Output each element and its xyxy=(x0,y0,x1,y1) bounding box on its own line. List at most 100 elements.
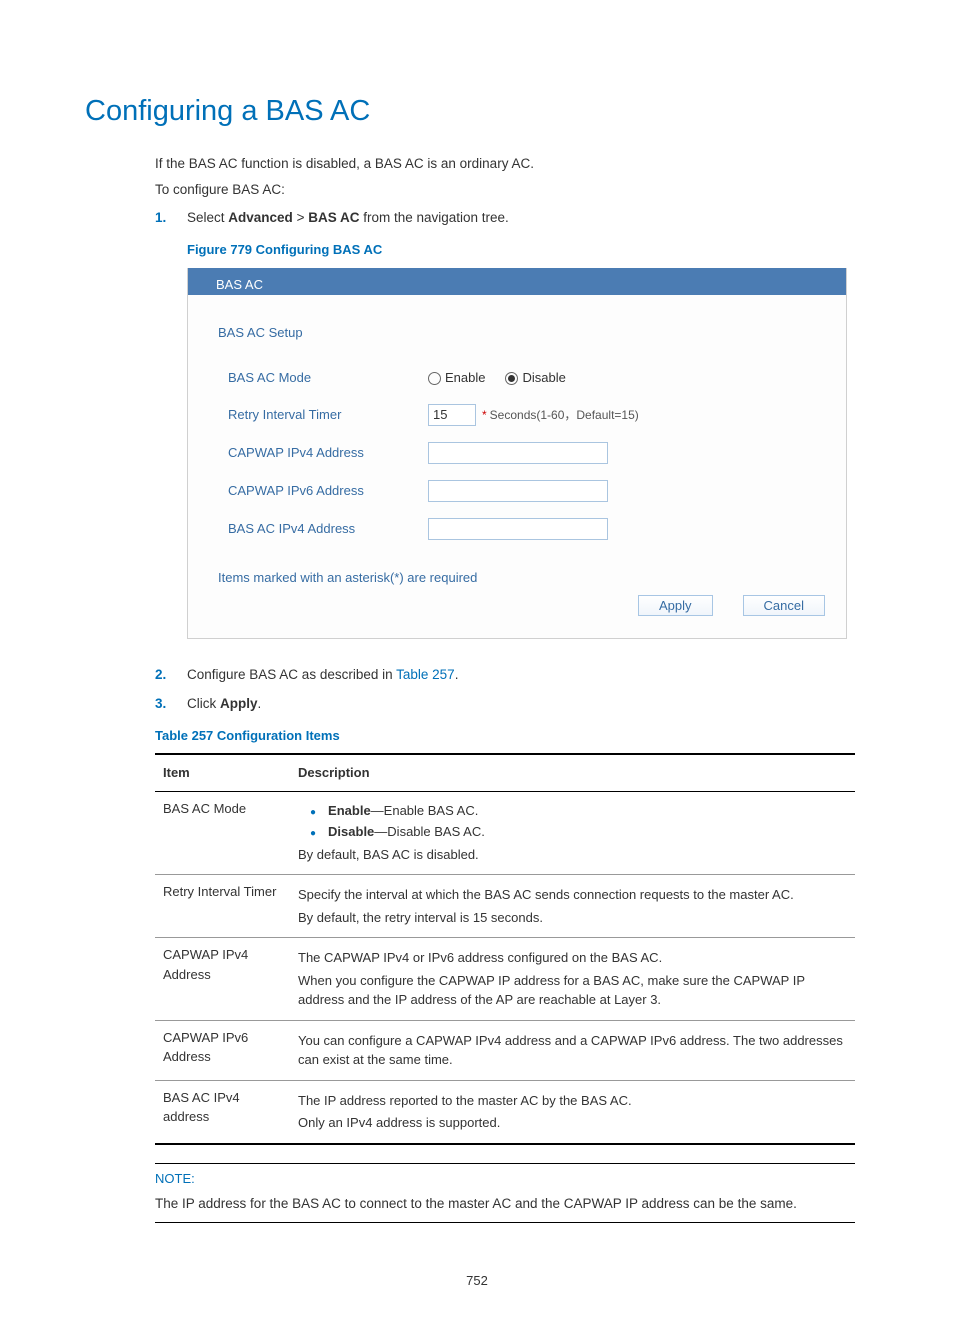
table-row: Retry Interval Timer Specify the interva… xyxy=(155,875,855,938)
bullet-icon: ● xyxy=(310,826,316,841)
radio-label-disable: Disable xyxy=(522,368,565,388)
step-text: Configure BAS AC as described in Table 2… xyxy=(187,665,458,685)
cell-description: You can configure a CAPWAP IPv4 address … xyxy=(290,1020,855,1080)
desc-text: —Enable BAS AC. xyxy=(371,803,479,818)
step-text-bold: Advanced xyxy=(228,210,293,225)
cell-item: CAPWAP IPv6 Address xyxy=(155,1020,290,1080)
label-bas-ac-ipv4: BAS AC IPv4 Address xyxy=(228,519,428,539)
step-number: 2. xyxy=(155,665,187,685)
input-bas-ac-ipv4[interactable] xyxy=(428,518,608,540)
desc-bullet: ● Disable—Disable BAS AC. xyxy=(298,822,847,842)
desc-line: By default, the retry interval is 15 sec… xyxy=(298,908,847,928)
cell-description: ● Enable—Enable BAS AC. ● Disable—Disable … xyxy=(290,791,855,875)
step-text-pre: Select xyxy=(187,210,228,225)
radio-group-mode: Enable Disable xyxy=(428,368,586,388)
desc-bullet: ● Enable—Enable BAS AC. xyxy=(298,801,847,821)
label-capwap-ipv4: CAPWAP IPv4 Address xyxy=(228,443,428,463)
row-bas-ac-mode: BAS AC Mode Enable Disable xyxy=(218,360,816,396)
desc-bold: Enable xyxy=(328,803,371,818)
row-bas-ac-ipv4: BAS AC IPv4 Address xyxy=(218,510,816,548)
page-number: 752 xyxy=(85,1271,869,1291)
step-text: Select Advanced > BAS AC from the naviga… xyxy=(187,208,509,228)
col-header-description: Description xyxy=(290,754,855,791)
step-number: 3. xyxy=(155,694,187,714)
step-text-post: from the navigation tree. xyxy=(359,210,508,225)
col-header-item: Item xyxy=(155,754,290,791)
row-capwap-ipv6: CAPWAP IPv6 Address xyxy=(218,472,816,510)
desc-line: The CAPWAP IPv4 or IPv6 address configur… xyxy=(298,948,847,968)
step-text-post: . xyxy=(258,696,262,711)
step-text-part: Configure BAS AC as described in xyxy=(187,667,396,682)
cell-description: The IP address reported to the master AC… xyxy=(290,1080,855,1144)
tab-bas-ac[interactable]: BAS AC xyxy=(188,271,291,299)
table-row: CAPWAP IPv6 Address You can configure a … xyxy=(155,1020,855,1080)
cell-item: BAS AC IPv4 address xyxy=(155,1080,290,1144)
hint-text-content: Seconds(1-60，Default=15) xyxy=(490,408,639,422)
desc-line: You can configure a CAPWAP IPv4 address … xyxy=(298,1031,847,1070)
radio-disable[interactable]: Disable xyxy=(505,368,565,388)
step-text-bold: BAS AC xyxy=(308,210,359,225)
desc-line: Specify the interval at which the BAS AC… xyxy=(298,885,847,905)
label-capwap-ipv6: CAPWAP IPv6 Address xyxy=(228,481,428,501)
note-text: The IP address for the BAS AC to connect… xyxy=(155,1191,855,1219)
table-header-row: Item Description xyxy=(155,754,855,791)
input-capwap-ipv6[interactable] xyxy=(428,480,608,502)
intro-line-2: To configure BAS AC: xyxy=(155,180,869,200)
radio-icon xyxy=(505,372,518,385)
radio-icon xyxy=(428,372,441,385)
step-1: 1. Select Advanced > BAS AC from the nav… xyxy=(155,208,869,228)
label-retry-interval: Retry Interval Timer xyxy=(228,405,428,425)
cell-item: CAPWAP IPv4 Address xyxy=(155,938,290,1021)
step-text: Click Apply. xyxy=(187,694,261,714)
step-text-mid: > xyxy=(293,210,308,225)
bullet-icon: ● xyxy=(310,805,316,820)
figure-caption: Figure 779 Configuring BAS AC xyxy=(187,240,869,260)
input-capwap-ipv4[interactable] xyxy=(428,442,608,464)
cell-description: The CAPWAP IPv4 or IPv6 address configur… xyxy=(290,938,855,1021)
desc-line: Only an IPv4 address is supported. xyxy=(298,1113,847,1133)
button-row: Apply Cancel xyxy=(218,587,816,628)
cell-description: Specify the interval at which the BAS AC… xyxy=(290,875,855,938)
cell-item: BAS AC Mode xyxy=(155,791,290,875)
page-heading: Configuring a BAS AC xyxy=(85,90,869,134)
config-table: Item Description BAS AC Mode ● Enable—Ena… xyxy=(155,753,855,1145)
input-retry-interval[interactable] xyxy=(428,404,476,426)
apply-button[interactable]: Apply xyxy=(638,595,713,616)
desc-bold: Disable xyxy=(328,824,374,839)
step-text-post: . xyxy=(455,667,459,682)
step-3: 3. Click Apply. xyxy=(155,694,869,714)
radio-label-enable: Enable xyxy=(445,368,485,388)
intro-line-1: If the BAS AC function is disabled, a BA… xyxy=(155,154,869,174)
step-text-part: Click xyxy=(187,696,220,711)
step-number: 1. xyxy=(155,208,187,228)
cancel-button[interactable]: Cancel xyxy=(743,595,825,616)
table-xref-link[interactable]: Table 257 xyxy=(396,667,455,682)
table-caption: Table 257 Configuration Items xyxy=(155,726,869,746)
step-text-bold: Apply xyxy=(220,696,258,711)
desc-line: By default, BAS AC is disabled. xyxy=(298,845,847,865)
desc-line: The IP address reported to the master AC… xyxy=(298,1091,847,1111)
table-row: CAPWAP IPv4 Address The CAPWAP IPv4 or I… xyxy=(155,938,855,1021)
row-retry-interval: Retry Interval Timer *Seconds(1-60，Defau… xyxy=(218,396,816,434)
tab-bar: BAS AC xyxy=(188,268,846,295)
cell-item: Retry Interval Timer xyxy=(155,875,290,938)
step-list-cont: 2. Configure BAS AC as described in Tabl… xyxy=(155,665,869,714)
desc-text: —Disable BAS AC. xyxy=(374,824,485,839)
panel-body: BAS AC Setup BAS AC Mode Enable Disable … xyxy=(188,295,846,639)
table-row: BAS AC IPv4 address The IP address repor… xyxy=(155,1080,855,1144)
intro-block: If the BAS AC function is disabled, a BA… xyxy=(155,154,869,201)
note-label: NOTE: xyxy=(155,1166,855,1192)
radio-enable[interactable]: Enable xyxy=(428,368,485,388)
step-2: 2. Configure BAS AC as described in Tabl… xyxy=(155,665,869,685)
required-star: * xyxy=(482,408,487,422)
row-capwap-ipv4: CAPWAP IPv4 Address xyxy=(218,434,816,472)
note-block: NOTE: The IP address for the BAS AC to c… xyxy=(155,1163,855,1223)
hint-retry: *Seconds(1-60，Default=15) xyxy=(482,406,639,424)
label-bas-ac-mode: BAS AC Mode xyxy=(228,368,428,388)
screenshot-panel: BAS AC BAS AC Setup BAS AC Mode Enable D… xyxy=(187,268,847,640)
section-header: BAS AC Setup xyxy=(218,323,816,349)
table-row: BAS AC Mode ● Enable—Enable BAS AC. ● Disa… xyxy=(155,791,855,875)
desc-line: When you configure the CAPWAP IP address… xyxy=(298,971,847,1010)
step-list: 1. Select Advanced > BAS AC from the nav… xyxy=(155,208,869,228)
required-note: Items marked with an asterisk(*) are req… xyxy=(218,568,816,588)
